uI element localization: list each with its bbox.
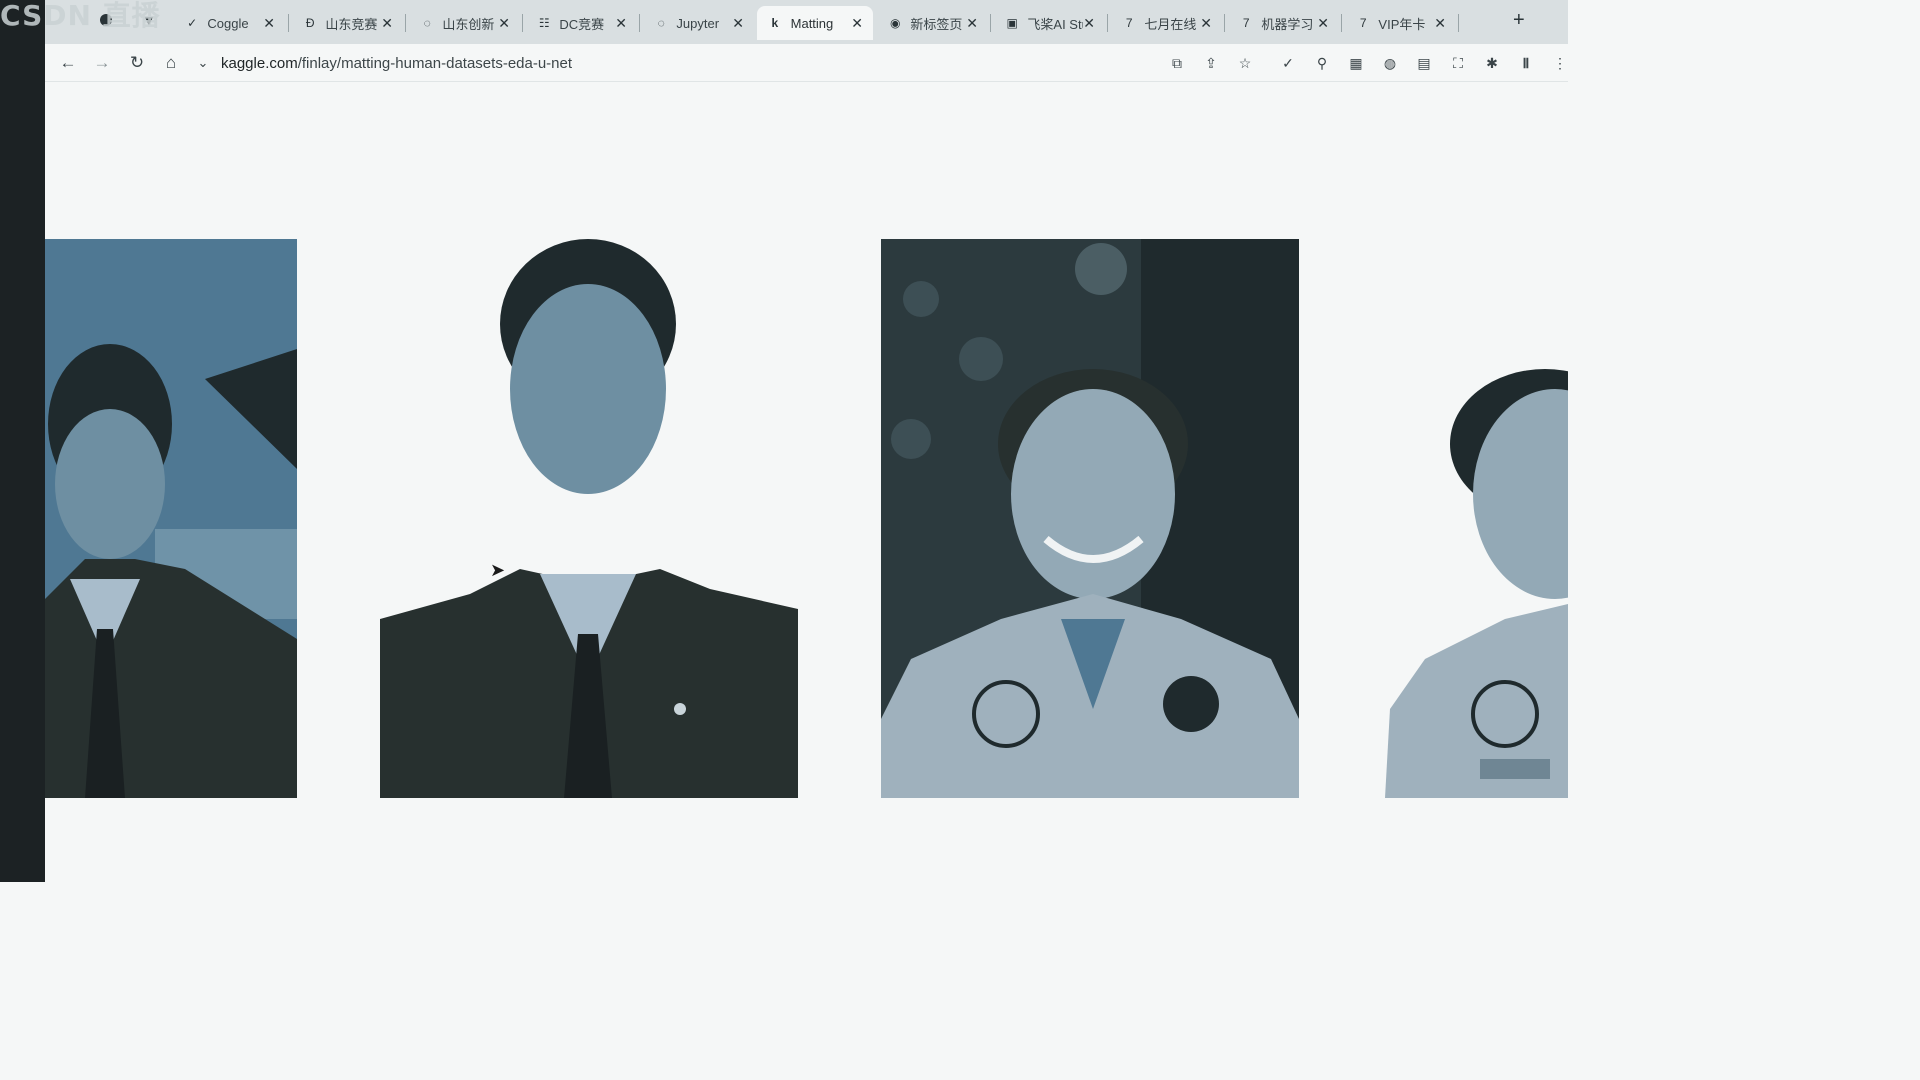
- tab-shandong-contest[interactable]: Ð 山东竞赛 ✕: [293, 6, 403, 40]
- home-icon[interactable]: ⌂: [159, 51, 183, 75]
- contacts-extension-icon[interactable]: ▤: [1414, 53, 1434, 73]
- tab-divider: [1107, 14, 1108, 32]
- tab-divider: [990, 14, 991, 32]
- grid-extension-icon[interactable]: ▦: [1346, 53, 1366, 73]
- tab-shandong-innovation[interactable]: ◌ 山东创新 ✕: [410, 6, 520, 40]
- tab-label: Matting: [790, 15, 834, 31]
- tab-machine-learning[interactable]: 7 机器学习 ✕: [1229, 6, 1339, 40]
- zhihu-icon: 7: [1242, 16, 1250, 30]
- tab-label: 山东竞赛: [325, 16, 378, 32]
- check-circle-icon: ✓: [187, 16, 198, 30]
- tab-label: Jupyter: [676, 15, 720, 31]
- url-text[interactable]: kaggle.com/finlay/matting-human-datasets…: [221, 55, 572, 72]
- chrome-icon: ◉: [889, 16, 901, 30]
- url-domain: kaggle.com: [221, 54, 298, 72]
- tab-divider: [288, 14, 289, 32]
- tab-label: DC竞赛: [559, 16, 605, 32]
- tab-divider: [1224, 14, 1225, 32]
- tab-label: VIP年卡: [1378, 16, 1426, 32]
- close-icon[interactable]: ✕: [732, 15, 744, 32]
- tab-new-tab[interactable]: ◉ 新标签页 ✕: [878, 6, 988, 40]
- tab-dc-contest[interactable]: ☷ DC竞赛 ✕: [527, 6, 637, 40]
- close-icon[interactable]: ✕: [615, 15, 627, 32]
- translate-icon[interactable]: ⧉: [1167, 53, 1187, 73]
- close-icon[interactable]: ✕: [1200, 15, 1212, 32]
- boy-portrait-cutout-illustration: [1385, 369, 1568, 798]
- pin-extension-icon[interactable]: ⚲: [1312, 53, 1332, 73]
- reload-icon[interactable]: ↻: [125, 51, 149, 75]
- back-arrow-icon[interactable]: ←: [56, 51, 80, 75]
- checkmark-extension-icon[interactable]: ✓: [1278, 53, 1298, 73]
- man-portrait-cutout-illustration: [380, 239, 798, 798]
- tab-matting-active[interactable]: k Matting ✕: [757, 6, 873, 40]
- browser-toolbar: ← → ↻ ⌂ ⌄ kaggle.com/finlay/matting-huma…: [45, 44, 1568, 82]
- d-logo-icon: Ð: [305, 16, 315, 30]
- close-icon[interactable]: ✕: [1317, 15, 1329, 32]
- browser-tab-bar: ▼ ✓ Coggle ✕ Ð 山东竞赛 ✕ ◌ 山东创新 ✕ ☷ DC竞赛 ✕ …: [45, 0, 1568, 44]
- url-path: /finlay/matting-human-datasets-eda-u-net: [297, 54, 573, 72]
- more-menu-icon[interactable]: ⋮: [1550, 53, 1570, 73]
- left-dark-strip: [0, 0, 45, 882]
- screenshot-extension-icon[interactable]: ⛶: [1448, 53, 1468, 73]
- close-icon[interactable]: ✕: [966, 15, 978, 32]
- tab-paddle-ai[interactable]: ▣ 飞桨AI Studio ✕: [995, 6, 1105, 40]
- tab-label: 飞桨AI Studio: [1027, 16, 1083, 32]
- boy-portrait-illustration: [881, 239, 1299, 798]
- close-icon[interactable]: ✕: [263, 15, 275, 32]
- zhihu-icon: 7: [1125, 16, 1133, 30]
- page-content: [45, 82, 1568, 882]
- globe-extension-icon[interactable]: ◍: [1380, 53, 1400, 73]
- profile-avatar-icon[interactable]: Ⅱ: [1516, 53, 1536, 73]
- dataset-image-original: [881, 239, 1299, 798]
- tab-divider: [1341, 14, 1342, 32]
- mouse-cursor-icon: ➤: [490, 560, 506, 580]
- close-icon[interactable]: ✕: [498, 15, 510, 32]
- tab-label: 新标签页: [910, 16, 963, 32]
- tab-july-online[interactable]: 7 七月在线 ✕: [1112, 6, 1222, 40]
- share-icon[interactable]: ⇪: [1201, 53, 1221, 73]
- chevron-down-icon[interactable]: ⌄: [195, 55, 211, 71]
- tab-label: 机器学习: [1261, 16, 1314, 32]
- new-tab-plus-icon[interactable]: +: [1513, 9, 1525, 32]
- kaggle-k-icon: k: [771, 16, 779, 30]
- tab-divider: [522, 14, 523, 32]
- address-bar[interactable]: ⌄ kaggle.com/finlay/matting-human-datase…: [195, 48, 1295, 78]
- dataset-image-matted: [380, 239, 798, 798]
- close-icon[interactable]: ✕: [1083, 15, 1095, 32]
- close-icon[interactable]: ✕: [851, 15, 863, 32]
- tab-label: 山东创新: [442, 16, 495, 32]
- tab-label: Coggle: [207, 15, 249, 31]
- dataset-image-matted-cropped: [1385, 239, 1568, 798]
- close-icon[interactable]: ✕: [381, 15, 393, 32]
- loading-icon: ◌: [657, 16, 665, 30]
- zhihu-icon: 7: [1359, 16, 1367, 30]
- tab-label: 七月在线: [1144, 16, 1197, 32]
- tab-divider: [639, 14, 640, 32]
- tab-divider: [405, 14, 406, 32]
- puzzle-extensions-icon[interactable]: ✱: [1482, 53, 1502, 73]
- tab-vip-card[interactable]: 7 VIP年卡 ✕: [1346, 6, 1456, 40]
- man-portrait-illustration: [45, 344, 297, 798]
- tab-coggle[interactable]: ✓ Coggle ✕: [175, 6, 285, 40]
- paddle-icon: ▣: [1006, 16, 1018, 30]
- stream-watermark-logo: CSDN 直播: [0, 0, 161, 32]
- tab-jupyter[interactable]: ◌ Jupyter ✕: [644, 6, 754, 40]
- dc-logo-icon: ☷: [538, 16, 550, 30]
- dataset-image-original-cropped: [45, 239, 297, 798]
- loading-icon: ◌: [423, 16, 431, 30]
- tab-divider: [1458, 14, 1459, 32]
- bookmark-star-icon[interactable]: ☆: [1235, 53, 1255, 73]
- close-icon[interactable]: ✕: [1434, 15, 1446, 32]
- forward-arrow-icon[interactable]: →: [90, 51, 114, 75]
